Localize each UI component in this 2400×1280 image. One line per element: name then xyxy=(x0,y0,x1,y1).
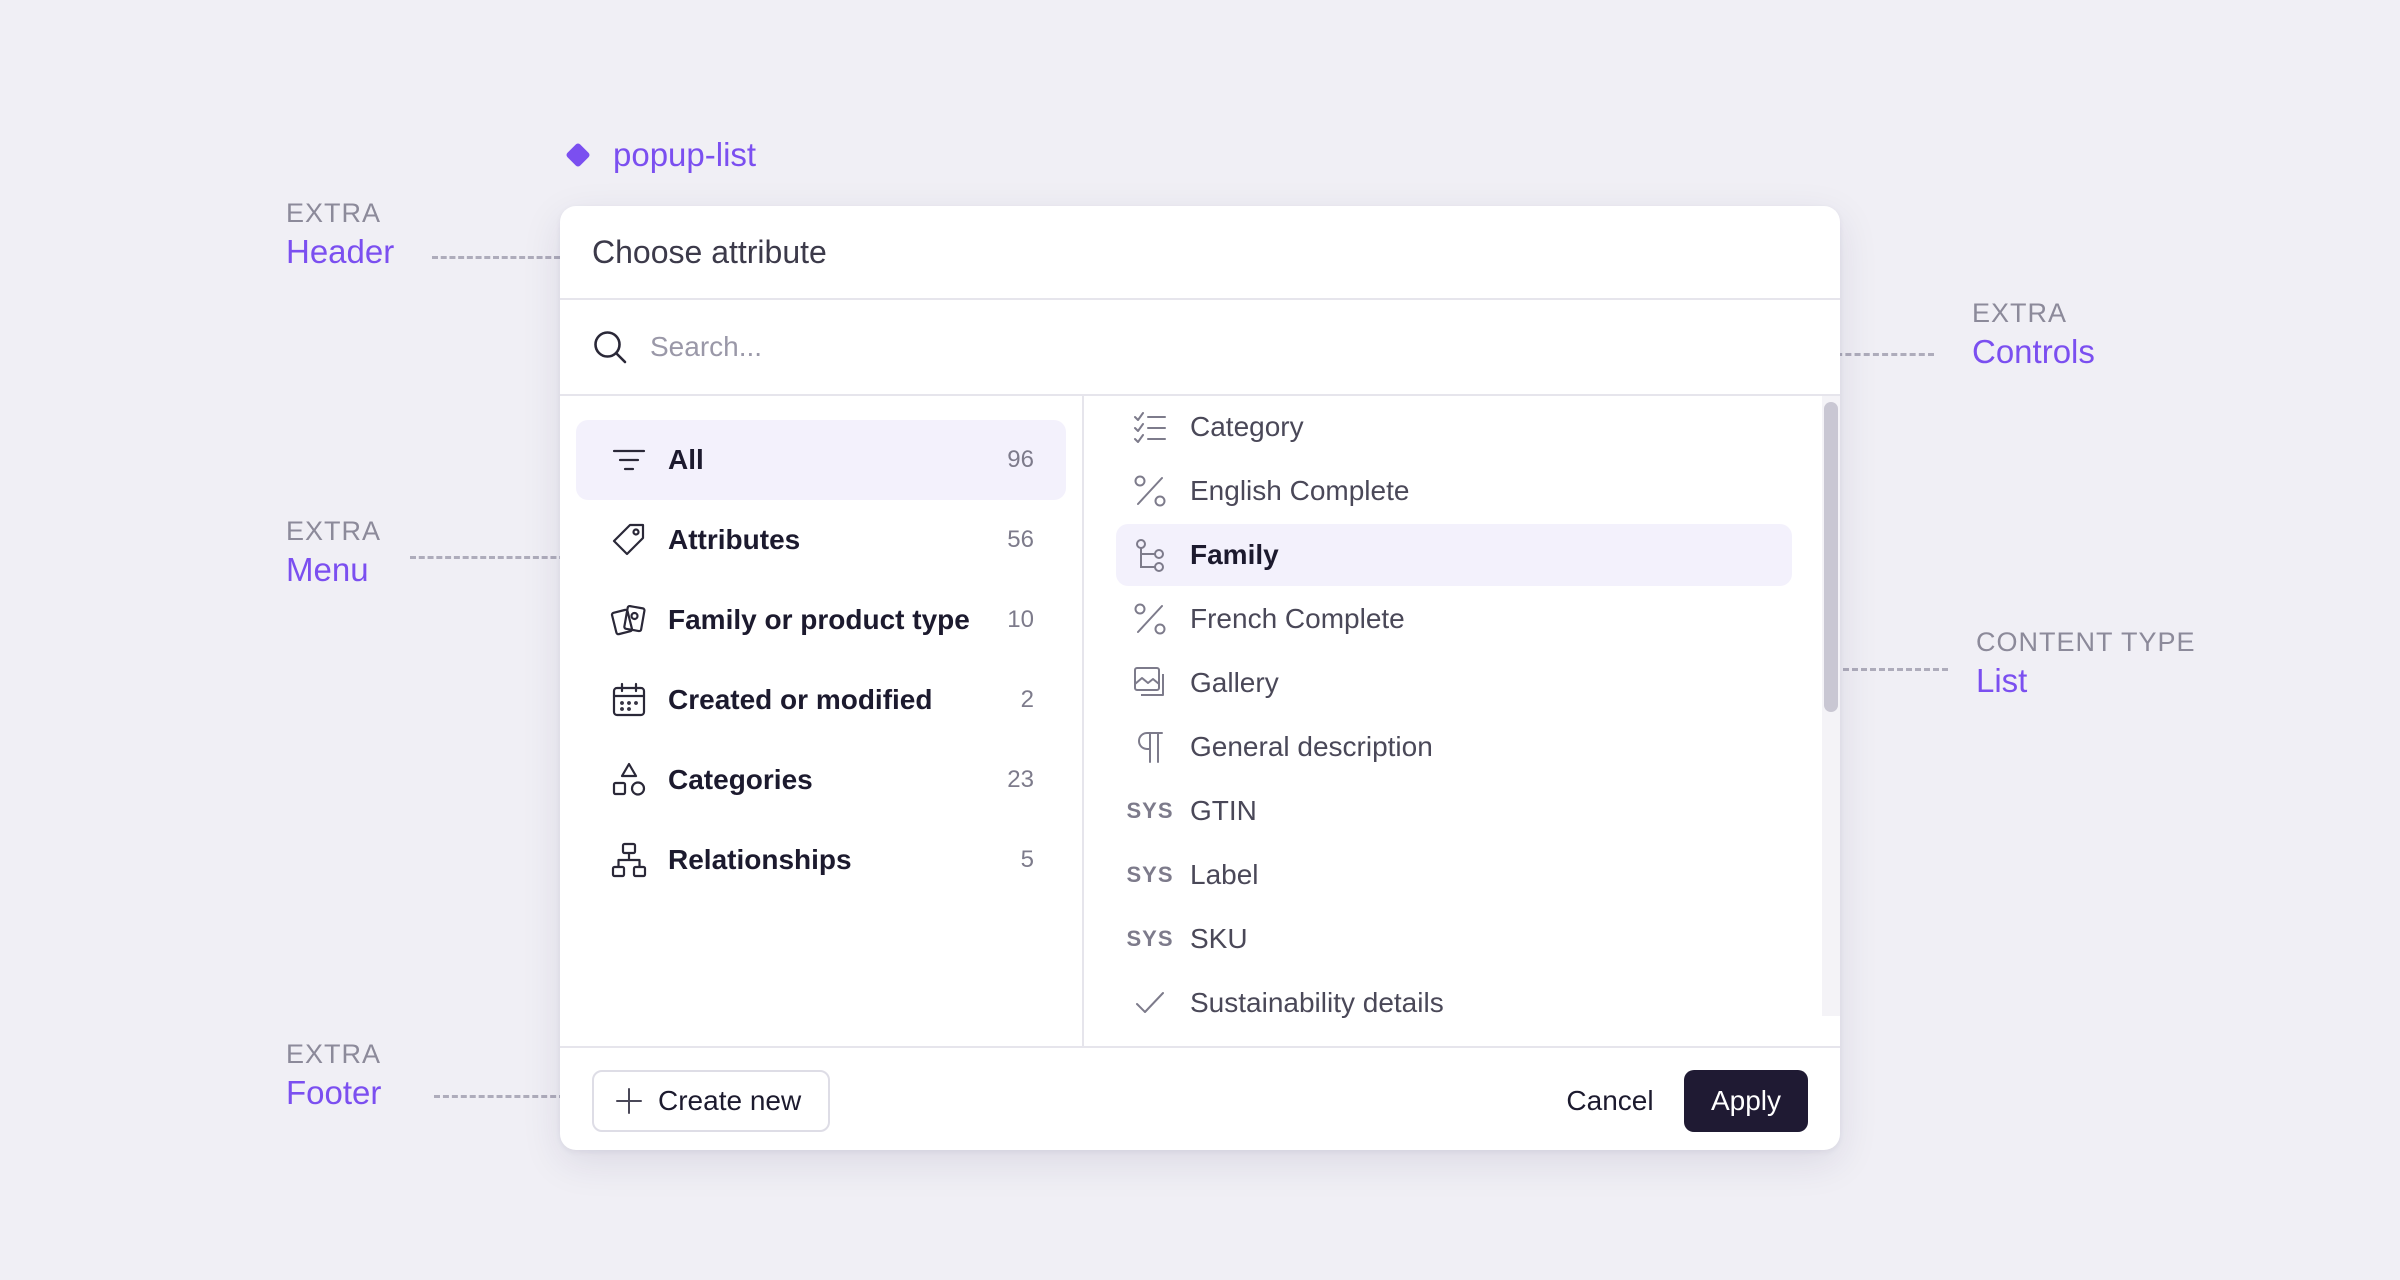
list-item-label-attr[interactable]: SYS Label xyxy=(1116,844,1792,906)
annotation-menu: EXTRA Menu xyxy=(286,514,381,592)
search-bar xyxy=(560,300,1840,396)
annotation-label: Footer xyxy=(286,1074,382,1111)
list-item-label: Family xyxy=(1190,539,1279,570)
annotation-connector xyxy=(410,556,574,559)
search-icon xyxy=(594,331,627,364)
annotation-caption: EXTRA xyxy=(286,1039,382,1069)
annotation-label: List xyxy=(1976,662,2028,699)
annotation-footer: EXTRA Footer xyxy=(286,1037,381,1115)
attribute-list: Category English Complete Family French … xyxy=(1084,396,1840,1046)
percent-icon xyxy=(1134,603,1166,635)
menu-item-created-modified[interactable]: Created or modified 2 xyxy=(576,660,1066,740)
create-new-label: Create new xyxy=(658,1085,802,1116)
menu-item-all[interactable]: All 96 xyxy=(576,420,1066,500)
annotation-label: Header xyxy=(286,233,395,270)
menu-item-label: Relationships xyxy=(668,844,852,875)
component-name: popup-list xyxy=(613,136,757,173)
menu-item-relationships[interactable]: Relationships 5 xyxy=(576,820,1066,900)
annotation-label: Controls xyxy=(1972,333,2095,370)
annotation-connector xyxy=(434,1095,574,1098)
calendar-icon xyxy=(612,682,646,717)
popup-title: Choose attribute xyxy=(592,233,827,270)
menu-item-label: All xyxy=(668,444,704,475)
list-item-gtin[interactable]: SYS GTIN xyxy=(1116,780,1792,842)
annotation-caption: EXTRA xyxy=(286,198,382,228)
cancel-button[interactable]: Cancel xyxy=(1550,1070,1670,1132)
annotation-header: EXTRA Header xyxy=(286,196,394,274)
annotation-caption: EXTRA xyxy=(286,516,382,546)
menu-item-count: 2 xyxy=(1020,686,1034,713)
percent-icon xyxy=(1134,475,1166,507)
checklist-icon xyxy=(1134,412,1166,443)
list-item-sku[interactable]: SYS SKU xyxy=(1116,908,1792,970)
scrollbar-track[interactable] xyxy=(1822,396,1840,1016)
list-item-label: Label xyxy=(1190,859,1259,890)
menu-item-count: 96 xyxy=(1007,446,1034,473)
diamond-icon xyxy=(566,143,590,167)
annotation-controls: EXTRA Controls xyxy=(1972,296,2095,374)
sys-badge: SYS xyxy=(1126,862,1174,887)
menu-item-count: 5 xyxy=(1020,846,1034,873)
list-item-general-description[interactable]: General description xyxy=(1116,716,1792,778)
search-input[interactable] xyxy=(648,330,1552,364)
pilcrow-icon xyxy=(1138,732,1163,763)
hierarchy-icon xyxy=(611,842,647,878)
scrollbar-thumb[interactable] xyxy=(1824,402,1838,712)
branch-icon xyxy=(1136,539,1164,572)
list-item-family[interactable]: Family xyxy=(1116,524,1792,586)
tag-icon xyxy=(612,523,645,556)
list-item-english-complete[interactable]: English Complete xyxy=(1116,460,1792,522)
check-icon xyxy=(1136,992,1164,1013)
menu-item-label: Categories xyxy=(668,764,813,795)
list-item-label: General description xyxy=(1190,731,1433,762)
list-item-label: Gallery xyxy=(1190,667,1279,698)
gallery-icon xyxy=(1134,667,1164,696)
menu-item-attributes[interactable]: Attributes 56 xyxy=(576,500,1066,580)
plus-icon xyxy=(616,1088,642,1114)
list-item-label: SKU xyxy=(1190,923,1248,954)
list-item-french-complete[interactable]: French Complete xyxy=(1116,588,1792,650)
menu-item-label: Attributes xyxy=(668,524,801,555)
menu-item-count: 56 xyxy=(1007,526,1034,553)
menu-item-count: 10 xyxy=(1007,606,1034,633)
annotation-caption: EXTRA xyxy=(1972,298,2068,328)
list-item-sustainability-details[interactable]: Sustainability details xyxy=(1116,972,1792,1034)
menu-item-label: Family or product type xyxy=(668,604,970,635)
annotation-list: CONTENT TYPE List xyxy=(1976,625,2196,703)
annotation-connector xyxy=(432,256,560,259)
component-tag: popup-list xyxy=(563,136,756,174)
popup-header: Choose attribute xyxy=(560,206,1840,300)
sys-badge: SYS xyxy=(1126,798,1174,823)
list-item-label: French Complete xyxy=(1190,603,1405,634)
cards-icon xyxy=(610,604,646,636)
annotation-caption: CONTENT TYPE xyxy=(1976,627,2196,657)
apply-button[interactable]: Apply xyxy=(1684,1070,1808,1132)
list-item-label: English Complete xyxy=(1190,475,1410,506)
menu-item-categories[interactable]: Categories 23 xyxy=(576,740,1066,820)
list-item-gallery[interactable]: Gallery xyxy=(1116,652,1792,714)
annotation-label: Menu xyxy=(286,551,369,588)
menu-item-count: 23 xyxy=(1007,766,1034,793)
popup-footer: Create new Cancel Apply xyxy=(560,1046,1840,1150)
sys-badge: SYS xyxy=(1126,926,1174,951)
list-item-label: GTIN xyxy=(1190,795,1257,826)
filter-icon xyxy=(612,449,646,471)
popup-list: Choose attribute All 96 Attributes 56 xyxy=(560,206,1840,1150)
category-menu: All 96 Attributes 56 Family or product t… xyxy=(560,396,1084,1046)
create-new-button[interactable]: Create new xyxy=(592,1070,830,1132)
list-item-label: Sustainability details xyxy=(1190,987,1444,1018)
menu-item-label: Created or modified xyxy=(668,684,933,715)
list-item-label: Category xyxy=(1190,411,1304,442)
menu-item-family[interactable]: Family or product type 10 xyxy=(576,580,1066,660)
list-item-category[interactable]: Category xyxy=(1116,396,1792,458)
shapes-icon xyxy=(612,762,646,796)
